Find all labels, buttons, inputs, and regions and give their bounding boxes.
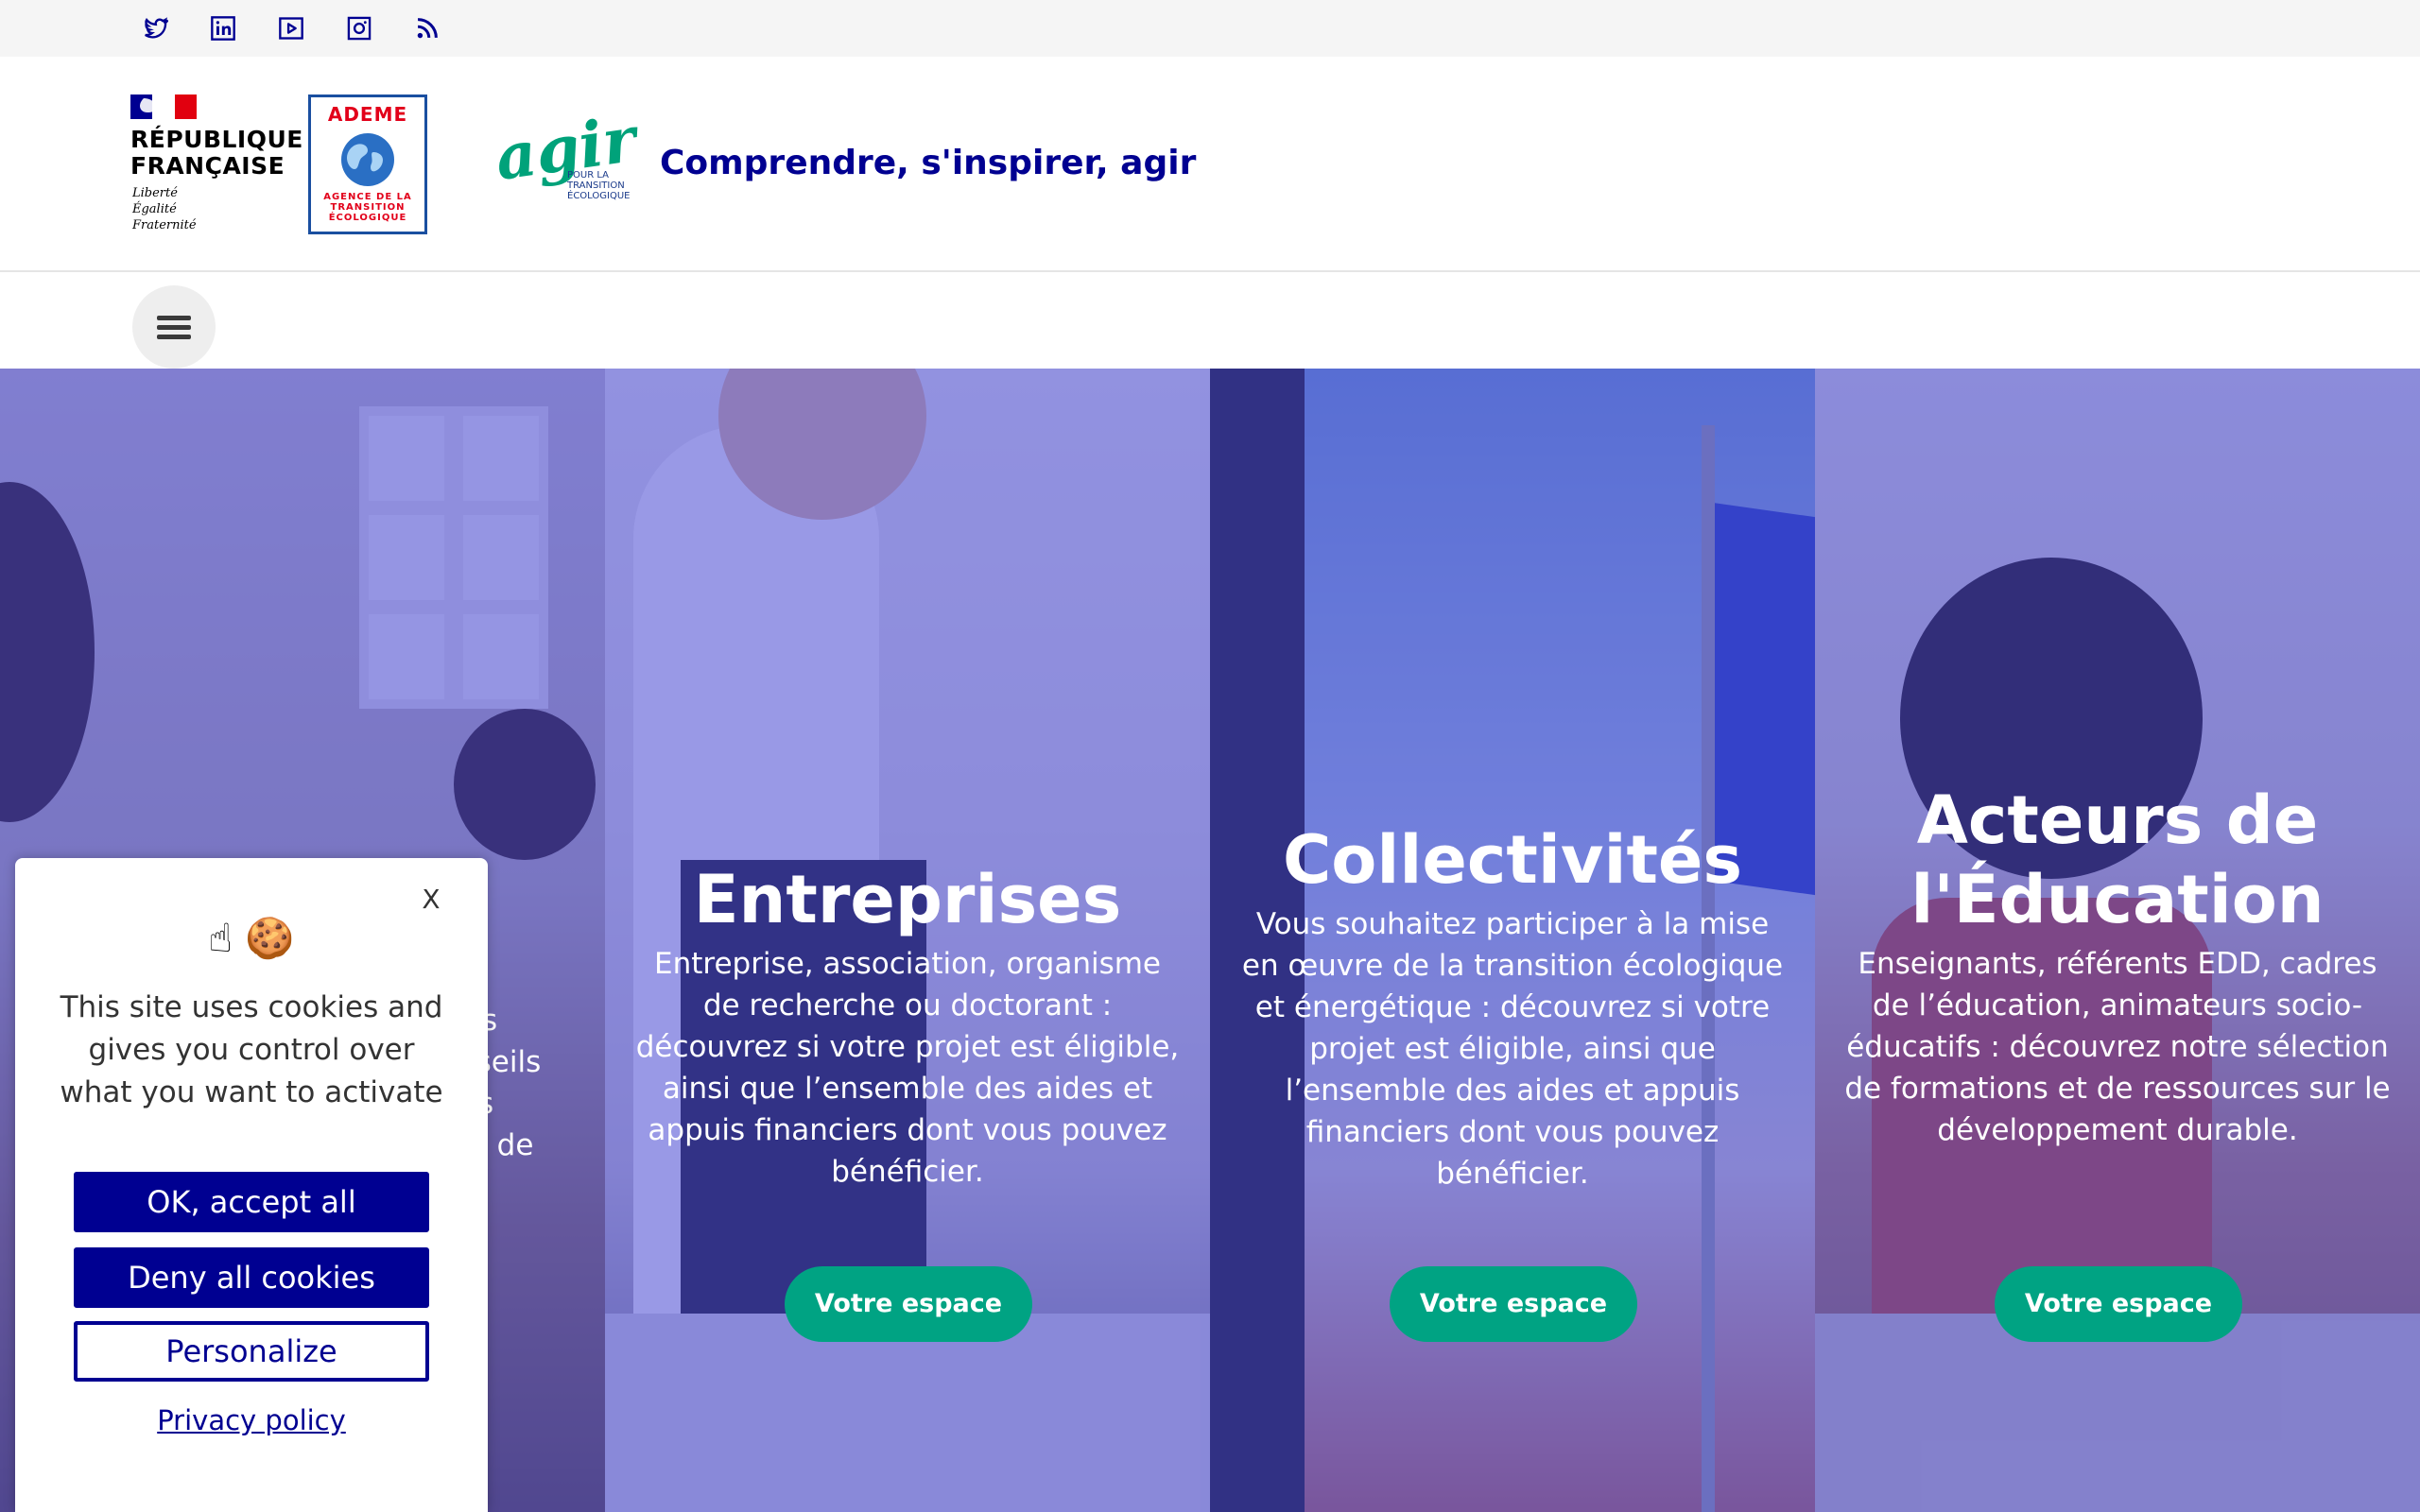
site-header: RÉPUBLIQUE FRANÇAISE Liberté Égalité Fra…	[0, 57, 2420, 272]
menu-icon-bar	[157, 335, 191, 339]
personalize-button[interactable]: Personalize	[74, 1321, 429, 1382]
globe-icon	[341, 133, 394, 186]
main-navbar	[0, 274, 2420, 369]
votre-espace-button[interactable]: Votre espace	[785, 1266, 1032, 1342]
instagram-icon[interactable]	[346, 15, 372, 42]
motto-liberte: Liberté	[132, 186, 178, 200]
rf-title: RÉPUBLIQUE FRANÇAISE	[130, 127, 303, 180]
deny-all-button[interactable]: Deny all cookies	[74, 1247, 429, 1308]
rss-icon[interactable]	[414, 15, 441, 42]
ademe-sub-line-2: TRANSITION	[330, 202, 406, 213]
agir-subtitle: POUR LA TRANSITION ÉCOLOGIQUE	[567, 170, 630, 201]
agir-sub-line-3: ÉCOLOGIQUE	[567, 191, 631, 201]
agir-sub-line-1: POUR LA	[567, 170, 609, 180]
marianne-flag-icon	[130, 94, 197, 119]
panel-description: Entreprise, association, organisme de re…	[635, 947, 1180, 1189]
motto-egalite: Égalité	[132, 202, 177, 216]
cookie-icon: ☝ 🍪	[208, 915, 295, 961]
panel-title: Entreprises	[693, 861, 1122, 938]
cookie-consent-dialog: X ☝ 🍪 This site uses cookies and gives y…	[15, 858, 488, 1512]
rf-motto: Liberté Égalité Fraternité	[132, 185, 197, 233]
motto-fraternite: Fraternité	[132, 218, 197, 232]
menu-icon-bar	[157, 325, 191, 330]
panel-description: Vous souhaitez participer à la mise en œ…	[1241, 907, 1784, 1191]
panel-content: Collectivités Vous souhaitez participer …	[1238, 820, 1787, 1194]
social-bar	[0, 0, 2420, 57]
panel-title: Acteurs de l'Éducation	[1910, 782, 2325, 938]
panel-description: Enseignants, référents EDD, cadres de l’…	[1844, 947, 2391, 1147]
privacy-policy-link[interactable]: Privacy policy	[15, 1404, 488, 1436]
votre-espace-button[interactable]: Votre espace	[1995, 1266, 2242, 1342]
panel-entreprises[interactable]: Entreprises Entreprise, association, org…	[605, 369, 1210, 1512]
ademe-sub-line-1: AGENCE DE LA	[323, 192, 412, 202]
youtube-icon[interactable]	[278, 15, 304, 42]
ademe-sub-line-3: ÉCOLOGIQUE	[328, 213, 407, 223]
agir-sub-line-2: TRANSITION	[567, 180, 625, 191]
hamburger-menu-icon	[157, 316, 191, 320]
close-button[interactable]: X	[412, 881, 450, 919]
hamburger-menu-button[interactable]	[132, 285, 216, 369]
panel-content: Entreprises Entreprise, association, org…	[633, 860, 1182, 1193]
ademe-logo[interactable]: ADEME AGENCE DE LA TRANSITION ÉCOLOGIQUE	[308, 94, 427, 234]
panel-content: Acteurs de l'Éducation Enseignants, réfé…	[1843, 781, 2392, 1151]
cookie-message: This site uses cookies and gives you con…	[60, 990, 443, 1109]
panel-collectivites[interactable]: Collectivités Vous souhaitez participer …	[1210, 369, 1815, 1512]
accept-all-button[interactable]: OK, accept all	[74, 1172, 429, 1232]
partial-line: s	[482, 1004, 498, 1038]
panel-partial-description: s nseils s nt de	[458, 1000, 605, 1166]
twitter-icon[interactable]	[142, 15, 168, 42]
panel-acteurs-education[interactable]: Acteurs de l'Éducation Enseignants, réfé…	[1815, 369, 2420, 1512]
rf-title-line-2: FRANÇAISE	[130, 152, 285, 180]
votre-espace-button[interactable]: Votre espace	[1390, 1266, 1637, 1342]
linkedin-icon[interactable]	[210, 15, 236, 42]
rf-title-line-1: RÉPUBLIQUE	[130, 126, 303, 153]
panel-title: Collectivités	[1282, 821, 1743, 899]
agir-logo[interactable]: agir POUR LA TRANSITION ÉCOLOGIQUE	[491, 102, 640, 215]
partial-line: s	[473, 1083, 605, 1125]
republique-francaise-logo[interactable]: RÉPUBLIQUE FRANÇAISE Liberté Égalité Fra…	[130, 94, 302, 246]
site-tagline[interactable]: Comprendre, s'inspirer, agir	[660, 144, 1196, 182]
ademe-title: ADEME	[327, 103, 408, 126]
ademe-subtitle: AGENCE DE LA TRANSITION ÉCOLOGIQUE	[311, 192, 424, 223]
